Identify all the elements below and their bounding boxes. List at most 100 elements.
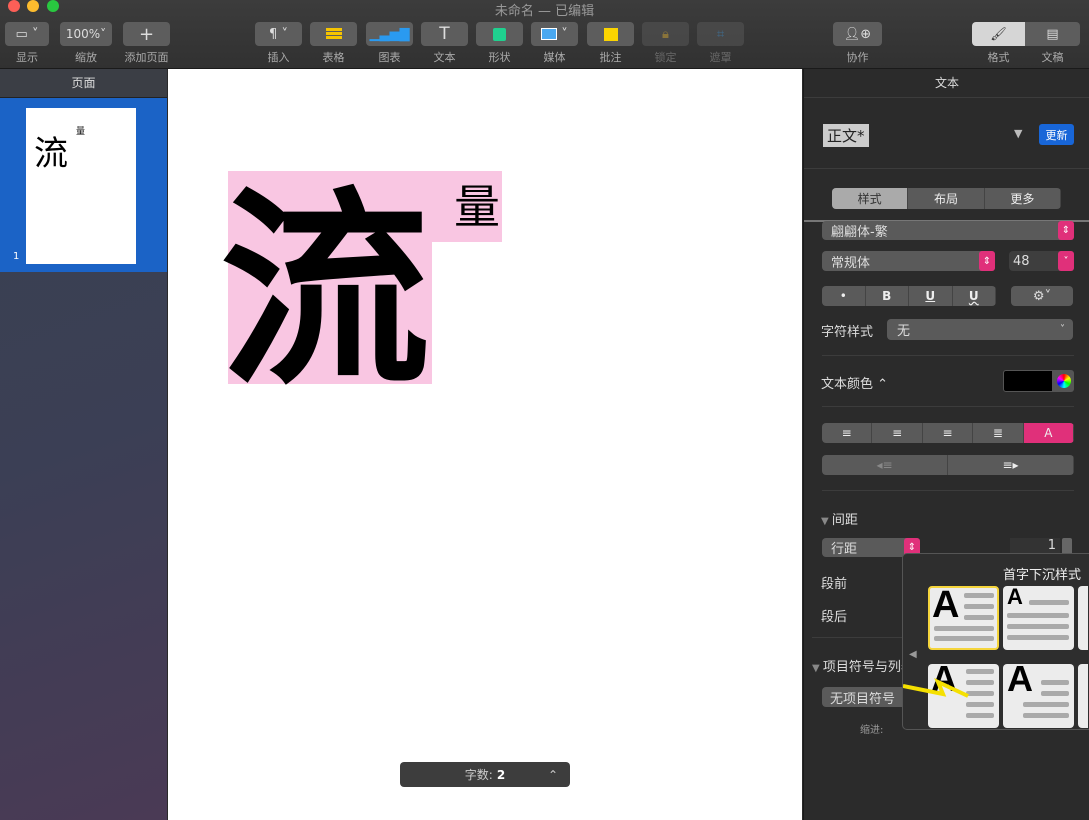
word-count-label: 字数: [464, 768, 493, 782]
strikethrough-button[interactable]: U [953, 286, 996, 306]
spacing-section[interactable]: ▼ 间距 [821, 509, 858, 528]
char-style-select[interactable]: 无 ˅ [887, 319, 1073, 340]
tab-layout[interactable]: 布局 [908, 188, 985, 209]
increase-indent-button[interactable]: ≡▸ [948, 455, 1074, 475]
view-label: 显示 [16, 51, 38, 64]
underline-button[interactable]: U [909, 286, 953, 306]
chart-button[interactable]: ▁▃▅▇ [366, 22, 413, 46]
document-icon: ▤ [1046, 26, 1059, 42]
drop-cap-style-1[interactable]: A [928, 586, 999, 650]
more-format-button[interactable]: • [822, 286, 866, 306]
font-style-select[interactable]: 常规体 ⇕ [822, 251, 995, 271]
justify-button[interactable]: ≣ [973, 423, 1024, 443]
tab-style[interactable]: 样式 [832, 188, 909, 209]
inspector-tabs: 样式 布局 更多 [832, 188, 1061, 209]
zoom-dropdown[interactable]: 100% ˅ [60, 22, 112, 46]
font-family-value: 翩翩体-繁 [831, 225, 888, 240]
lock-button[interactable]: 🔒︎ [642, 22, 689, 46]
media-icon [541, 28, 558, 40]
paragraph-style-dropdown-icon[interactable]: ▼ [1014, 127, 1022, 140]
mask-button[interactable]: ⌗ [697, 22, 744, 46]
previous-page-arrow[interactable]: ◀ [909, 649, 917, 660]
bullets-section[interactable]: ▼ 项目符号与列表 [812, 656, 914, 675]
drop-cap-character[interactable]: 流 [220, 167, 430, 417]
alignment-buttons: ≡ ≡ ≡ ≣ A [822, 423, 1074, 443]
mask-icon: ⌗ [716, 26, 725, 42]
drop-cap-style-3[interactable] [1078, 586, 1088, 650]
add-page-button[interactable]: + [123, 22, 170, 46]
indent-label: 缩进: [860, 725, 884, 736]
drop-cap-styles-popover: 首字下沉样式 ◀ A A A A [902, 553, 1089, 730]
bullet-type-select[interactable]: 无项目符号 [822, 687, 912, 707]
text-button[interactable]: T [421, 22, 468, 46]
collaborate-label: 协作 [846, 51, 869, 64]
paragraph-style-name[interactable]: 正文* [823, 124, 869, 147]
page-thumbnail-1[interactable]: 流 量 1 [0, 98, 167, 272]
auto-align-button[interactable]: A [1023, 423, 1074, 443]
text-color-label: 文本颜色 ⌃ [821, 377, 889, 392]
align-right-button[interactable]: ≡ [923, 423, 974, 443]
comment-button[interactable] [587, 22, 634, 46]
plus-icon: + [138, 23, 155, 45]
text-icon: T [439, 24, 450, 44]
document-label: 文稿 [1041, 51, 1064, 64]
update-style-button[interactable]: 更新 [1039, 124, 1074, 145]
body-character[interactable]: 量 [454, 177, 500, 237]
char-style-value: 无 [897, 324, 911, 339]
collaborate-button[interactable]: 👤︎⊕ [833, 22, 882, 46]
sidebar-icon: ▭ ˅ [15, 26, 39, 42]
table-icon [325, 28, 342, 40]
decrease-indent-button[interactable]: ◂≡ [822, 455, 948, 475]
text-options-button[interactable]: ⚙˅ [1011, 286, 1073, 306]
media-button[interactable]: ˅ [531, 22, 578, 46]
page-thumbnails-sidebar: 页面 流 量 1 [0, 69, 167, 820]
view-button[interactable]: ▭ ˅ [5, 22, 49, 46]
tab-more[interactable]: 更多 [985, 188, 1061, 209]
line-spacing-mode: 行距 [831, 542, 858, 557]
insert-button[interactable]: ¶ ˅ [255, 22, 302, 46]
document-canvas[interactable]: 流 量 字数: 2 ⌃ [168, 69, 802, 820]
zoom-label: 缩放 [75, 51, 97, 64]
toolbar: 未命名 — 已编辑 ▭ ˅ 显示 100% ˅ 缩放 + 添加页面 ¶ ˅ 插入 … [0, 0, 1089, 69]
lock-label: 锁定 [654, 51, 677, 64]
format-button[interactable]: 🖌︎ [972, 22, 1025, 46]
font-style-value: 常规体 [831, 255, 871, 271]
align-left-button[interactable]: ≡ [822, 423, 873, 443]
text-color-well[interactable] [1003, 370, 1053, 392]
color-picker-button[interactable] [1053, 370, 1074, 392]
bold-button[interactable]: B [866, 286, 909, 306]
comment-label: 批注 [599, 51, 622, 64]
shape-icon [493, 27, 506, 41]
space-before-label: 段前 [821, 577, 848, 592]
chevron-down-icon: ˅ [1060, 324, 1065, 335]
drop-cap-style-6[interactable] [1078, 664, 1088, 728]
media-label: 媒体 [543, 51, 566, 64]
window-title: 未命名 — 已编辑 [494, 4, 595, 19]
format-label: 格式 [987, 51, 1010, 64]
document-button[interactable]: ▤ [1025, 22, 1080, 46]
drop-cap-style-2[interactable]: A [1003, 586, 1074, 650]
drop-cap-style-5[interactable]: A [1003, 664, 1074, 728]
spacing-label: 间距 [831, 513, 858, 528]
sidebar-header: 页面 [0, 69, 167, 98]
table-label: 表格 [322, 51, 345, 64]
align-center-button[interactable]: ≡ [872, 423, 923, 443]
popover-title: 首字下沉样式 [1002, 568, 1081, 583]
font-size-value: 48 [1013, 253, 1030, 269]
comment-icon [603, 27, 618, 41]
shape-button[interactable] [476, 22, 523, 46]
gear-icon: ⚙˅ [1032, 288, 1052, 304]
zoom-value: 100% [65, 27, 101, 41]
font-family-select[interactable]: 翩翩体-繁 ⇕ [822, 221, 1074, 240]
word-count-bar[interactable]: 字数: 2 ⌃ [400, 762, 570, 787]
tile-letter: A [1007, 664, 1033, 699]
table-button[interactable] [310, 22, 357, 46]
color-wheel-icon [1056, 374, 1071, 388]
thumbnail-big-char: 流 [34, 134, 68, 174]
word-count-value: 2 [496, 767, 506, 782]
page-thumbnail-image: 流 量 [26, 108, 136, 264]
shape-label: 形状 [488, 51, 511, 64]
text-color-label-text: 文本颜色 [821, 377, 874, 392]
font-size-field[interactable]: 48 ˅ [1009, 251, 1074, 271]
page-number: 1 [13, 251, 20, 262]
